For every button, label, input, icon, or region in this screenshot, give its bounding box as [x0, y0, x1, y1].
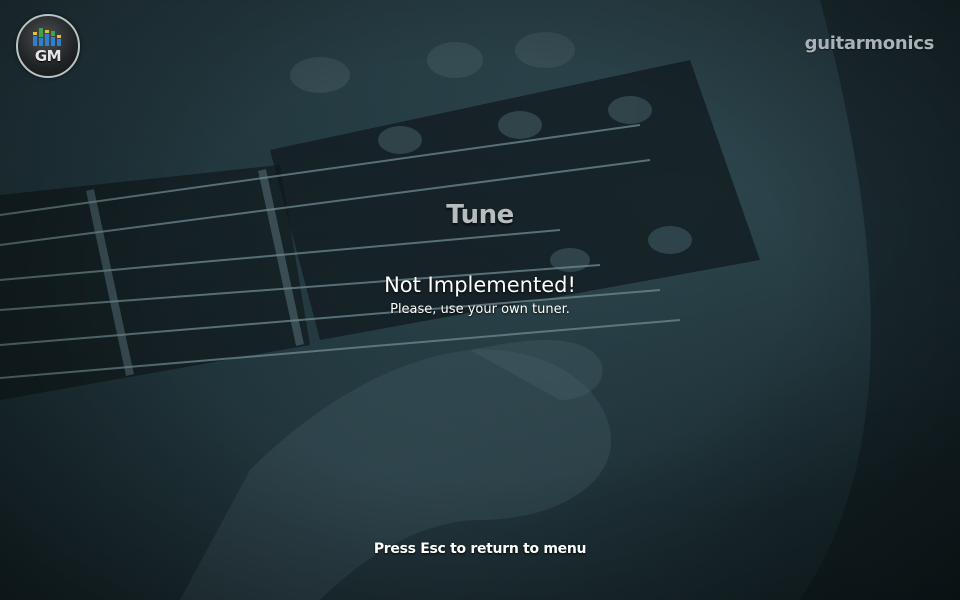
equalizer-bars-icon [33, 28, 61, 46]
tune-screen: GM guitarmonics Tune Not Implemented! Pl… [0, 0, 960, 600]
not-implemented-heading: Not Implemented! [384, 273, 576, 297]
logo-text: GM [34, 47, 62, 65]
page-title: Tune [446, 200, 514, 230]
tuner-instruction: Please, use your own tuner. [390, 302, 570, 317]
app-logo: GM [16, 14, 80, 78]
brand-name: guitarmonics [804, 33, 935, 54]
guitar-background-image [0, 0, 960, 600]
esc-return-hint: Press Esc to return to menu [373, 541, 587, 557]
